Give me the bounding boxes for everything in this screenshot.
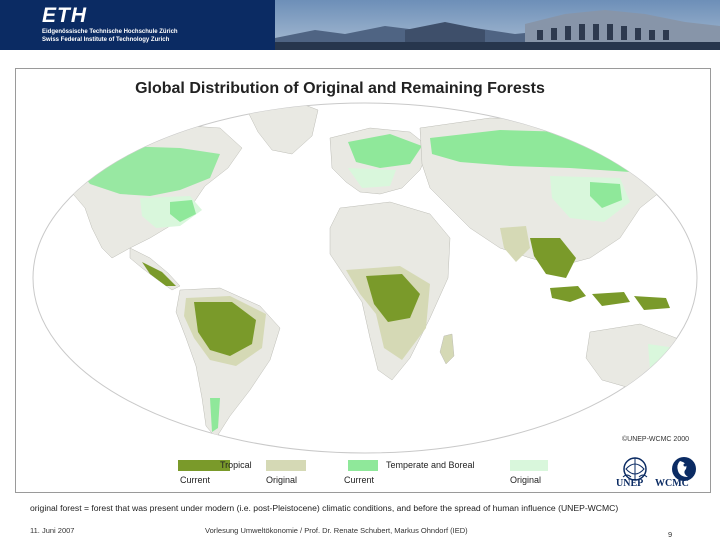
- legend-label-temperate-current: Current: [344, 475, 375, 485]
- forest-temperate-australia: [648, 344, 676, 380]
- legend-swatch-temperate-current: [348, 460, 378, 471]
- legend-label-tropical-original: Original: [266, 475, 298, 485]
- footer-date: 11. Juni 2007: [30, 526, 75, 535]
- footer-lecture: Vorlesung Umweltökonomie / Prof. Dr. Ren…: [205, 526, 468, 535]
- land-new-zealand: [683, 387, 695, 409]
- unep-logo-text: UNEP: [616, 478, 644, 489]
- campus-photo: [275, 0, 720, 50]
- legend-swatch-tropical-original: [266, 460, 306, 471]
- institution-name-de: Eidgenössische Technische Hochschule Zür…: [42, 29, 178, 35]
- legend-swatch-temperate-original: [510, 460, 548, 471]
- wcmc-logo-text: WCMC: [655, 478, 689, 489]
- header-banner: ETH Eidgenössische Technische Hochschule…: [0, 0, 720, 50]
- legend-label-temperate-original: Original: [510, 475, 542, 485]
- legend-label-tropical-current: Current: [180, 475, 211, 485]
- map-title: Global Distribution of Original and Rema…: [135, 80, 545, 97]
- institution-name-en: Swiss Federal Institute of Technology Zu…: [42, 37, 170, 43]
- eth-logo: ETH: [42, 4, 87, 27]
- world-forest-map: [32, 102, 698, 454]
- legend-label-tropical: Tropical: [220, 460, 252, 470]
- page-number: 9: [668, 530, 673, 539]
- copyright-notice: ©UNEP-WCMC 2000: [622, 436, 690, 443]
- legend-label-temperate: Temperate and Boreal: [386, 460, 475, 470]
- definition-caption: original forest = forest that was presen…: [30, 503, 619, 513]
